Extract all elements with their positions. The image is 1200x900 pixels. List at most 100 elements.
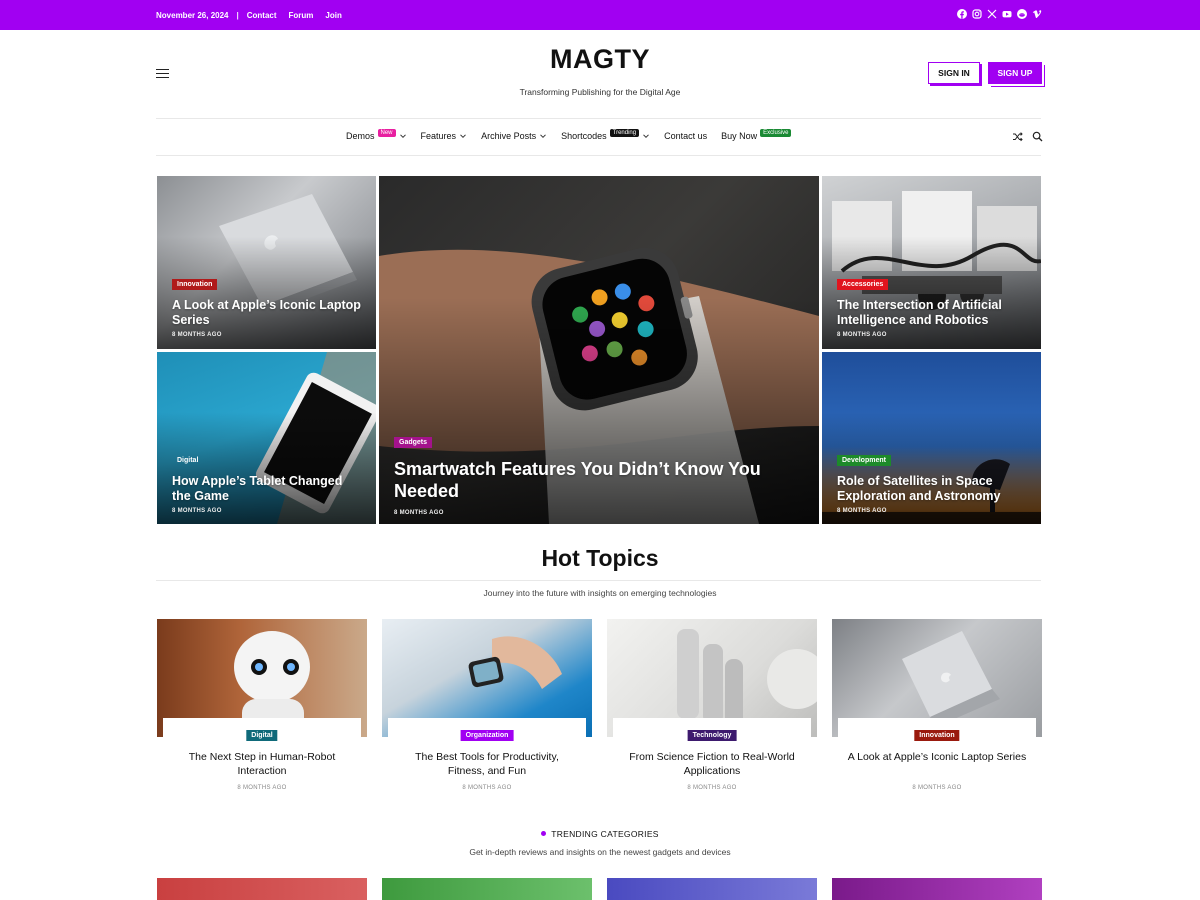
vimeo-icon[interactable] [1032,9,1042,19]
site-tagline: Transforming Publishing for the Digital … [519,87,681,97]
nav-label: Demos [346,131,375,141]
card-date: 8 MONTHS AGO [237,785,287,791]
nav-label: Shortcodes [561,131,607,141]
card-date: 8 MONTHS AGO [687,785,737,791]
nav-item-contact-us[interactable]: Contact us [664,131,707,141]
section-divider [156,580,1041,581]
category-badge[interactable]: Organization [460,730,514,741]
post-date: 8 MONTHS AGO [172,332,222,338]
nav-top-divider [156,118,1041,119]
hero-caption: Development Role of Satellites in Space … [837,449,1026,514]
category-badge[interactable]: Innovation [172,279,218,290]
post-date: 8 MONTHS AGO [394,510,444,516]
nav-tools [1012,131,1043,142]
section-title: Hot Topics [541,545,659,571]
post-title[interactable]: Role of Satellites in Space Exploration … [837,474,1026,503]
site-logo[interactable]: MAGTY [500,44,700,75]
nav-label: Features [420,131,457,141]
nav-label: Archive Posts [481,131,537,141]
top-bar: November 26, 2024 | Contact Forum Join [0,0,1200,30]
hot-topic-card[interactable]: Innovation A Look at Apple’s Iconic Lapt… [832,619,1042,800]
hero-post-laptop[interactable]: Innovation A Look at Apple’s Iconic Lapt… [157,176,376,349]
instagram-icon[interactable] [972,9,982,19]
hero-post-tablet[interactable]: Digital How Apple’s Tablet Changed the G… [157,352,376,524]
shuffle-icon[interactable] [1012,131,1023,142]
hot-topic-card[interactable]: Technology From Science Fiction to Real-… [607,619,817,800]
card-panel: Digital The Next Step in Human-Robot Int… [163,718,361,800]
chevron-down-icon [643,134,649,139]
separator: | [236,10,239,20]
post-title[interactable]: How Apple’s Tablet Changed the Game [172,474,361,503]
category-badge[interactable]: Development [837,455,891,466]
social-links [957,9,1042,19]
category-badge[interactable]: Digital [172,455,203,466]
hot-topic-card[interactable]: Digital The Next Step in Human-Robot Int… [157,619,367,800]
nav-badge: Exclusive [760,129,792,137]
card-date: 8 MONTHS AGO [462,785,512,791]
nav-item-buy-now[interactable]: Buy Now Exclusive [721,129,792,141]
dot-icon [541,831,547,836]
card-title[interactable]: The Next Step in Human-Robot Interaction [171,751,353,778]
top-link-forum[interactable]: Forum [289,11,314,20]
post-title[interactable]: The Intersection of Artificial Intellige… [837,298,1026,327]
hero-caption: Digital How Apple’s Tablet Changed the G… [172,449,361,514]
nav-badge: New [377,129,396,137]
hero-caption: Accessories The Intersection of Artifici… [837,273,1026,338]
card-panel: Technology From Science Fiction to Real-… [613,718,811,800]
nav-item-shortcodes[interactable]: Shortcodes Trending [561,129,650,141]
post-title[interactable]: Smartwatch Features You Didn’t Know You … [394,458,804,502]
section-subtitle: Journey into the future with insights on… [483,588,717,598]
category-badge[interactable]: Innovation [914,730,960,741]
category-badge[interactable]: Digital [246,730,278,741]
chevron-down-icon [540,134,546,139]
youtube-icon[interactable] [1002,9,1012,19]
trending-subtitle: Get in-depth reviews and insights on the… [469,847,731,857]
post-date: 8 MONTHS AGO [837,332,887,338]
trending-category-tile[interactable] [157,878,367,900]
nav-item-features[interactable]: Features [421,131,468,141]
hero-caption: Innovation A Look at Apple’s Iconic Lapt… [172,273,361,338]
card-title[interactable]: The Best Tools for Productivity, Fitness… [396,751,578,778]
card-title[interactable]: A Look at Apple’s Iconic Laptop Series [846,751,1028,765]
hero-caption: Gadgets Smartwatch Features You Didn’t K… [394,431,804,516]
nav-badge: Trending [609,129,640,137]
reddit-icon[interactable] [1017,9,1027,19]
nav-label: Buy Now [721,131,758,141]
trending-text: TRENDING CATEGORIES [551,829,659,839]
trending-category-tile[interactable] [382,878,592,900]
trending-category-tile[interactable] [607,878,817,900]
trending-category-tile[interactable] [832,878,1042,900]
chevron-down-icon [460,134,466,139]
hero-post-satellites[interactable]: Development Role of Satellites in Space … [822,352,1041,524]
nav-bottom-divider [156,155,1041,156]
search-icon[interactable] [1032,131,1043,142]
current-date: November 26, 2024 [156,10,229,20]
nav-item-demos[interactable]: Demos New [346,129,407,141]
facebook-icon[interactable] [957,9,967,19]
card-panel: Innovation A Look at Apple’s Iconic Lapt… [838,718,1036,800]
trending-label: TRENDING CATEGORIES [450,829,750,839]
card-date: 8 MONTHS AGO [912,785,962,791]
menu-icon[interactable] [156,69,169,79]
hero-post-smartwatch[interactable]: Gadgets Smartwatch Features You Didn’t K… [379,176,819,524]
hot-topic-card[interactable]: Organization The Best Tools for Producti… [382,619,592,800]
top-link-join[interactable]: Join [325,11,341,20]
post-title[interactable]: A Look at Apple’s Iconic Laptop Series [172,298,361,327]
post-date: 8 MONTHS AGO [172,508,222,514]
sign-up-button[interactable]: SIGN UP [988,62,1042,84]
nav-item-archive-posts[interactable]: Archive Posts [481,131,547,141]
chevron-down-icon [399,134,406,139]
category-badge[interactable]: Accessories [837,279,889,290]
top-bar-left: November 26, 2024 | Contact Forum Join [156,0,354,30]
category-badge[interactable]: Technology [687,730,737,741]
nav-label: Contact us [664,131,708,141]
hero-post-robotics[interactable]: Accessories The Intersection of Artifici… [822,176,1041,349]
top-link-contact[interactable]: Contact [247,11,277,20]
sign-in-button[interactable]: SIGN IN [928,62,980,84]
x-icon[interactable] [987,9,997,19]
card-title[interactable]: From Science Fiction to Real-World Appli… [621,751,803,778]
post-date: 8 MONTHS AGO [837,508,887,514]
category-badge[interactable]: Gadgets [394,437,433,448]
card-panel: Organization The Best Tools for Producti… [388,718,586,800]
main-nav: Demos New Features Archive Posts Shortco… [346,128,792,144]
